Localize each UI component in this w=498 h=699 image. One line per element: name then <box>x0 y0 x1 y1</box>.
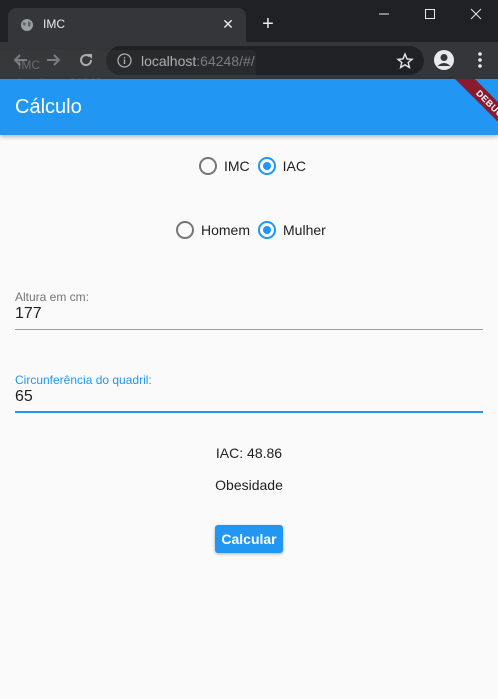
more-menu-icon[interactable] <box>470 50 490 70</box>
window-close-icon[interactable] <box>463 4 489 24</box>
height-field: Altura em cm: <box>15 290 483 330</box>
radio-mulher[interactable] <box>258 221 277 239</box>
radio-iac-label[interactable]: IAC <box>283 158 306 174</box>
calculate-button[interactable]: Calcular <box>215 525 283 553</box>
result-classification: Obesidade <box>215 477 283 493</box>
browser-tab-bar: IMC ✕ + <box>0 0 498 42</box>
radio-iac[interactable] <box>257 157 276 175</box>
gender-radio-group: Homem Mulher <box>176 221 334 239</box>
profile-avatar-icon[interactable] <box>433 49 455 71</box>
debug-banner: DEBUG <box>449 79 498 135</box>
maximize-icon[interactable] <box>417 4 443 24</box>
result-value: IAC: 48.86 <box>215 445 283 461</box>
browser-tab[interactable]: IMC ✕ <box>8 8 246 42</box>
calc-type-radio-group: IMC IAC <box>199 157 314 175</box>
bookmark-star-icon[interactable] <box>396 52 414 70</box>
app-bar: Cálculo DEBUG <box>0 79 498 135</box>
height-input[interactable] <box>15 305 483 323</box>
close-icon[interactable]: ✕ <box>220 16 236 32</box>
hip-field: Circunferência do quadril: <box>15 373 483 413</box>
radio-homem-label[interactable]: Homem <box>201 222 250 238</box>
radio-imc[interactable] <box>199 157 217 175</box>
globe-icon <box>21 19 33 31</box>
hip-input[interactable] <box>15 388 483 406</box>
page-title: Cálculo <box>15 96 82 118</box>
new-tab-icon[interactable]: + <box>258 14 278 34</box>
radio-homem[interactable] <box>176 221 194 239</box>
hip-field-label: Circunferência do quadril: <box>15 373 152 387</box>
radio-imc-label[interactable]: IMC <box>224 158 250 174</box>
height-field-label: Altura em cm: <box>15 290 90 304</box>
tab-title: IMC <box>43 17 65 31</box>
tooltip-title: IMC <box>18 58 40 72</box>
radio-mulher-label[interactable]: Mulher <box>283 222 326 238</box>
minimize-icon[interactable] <box>371 4 397 24</box>
